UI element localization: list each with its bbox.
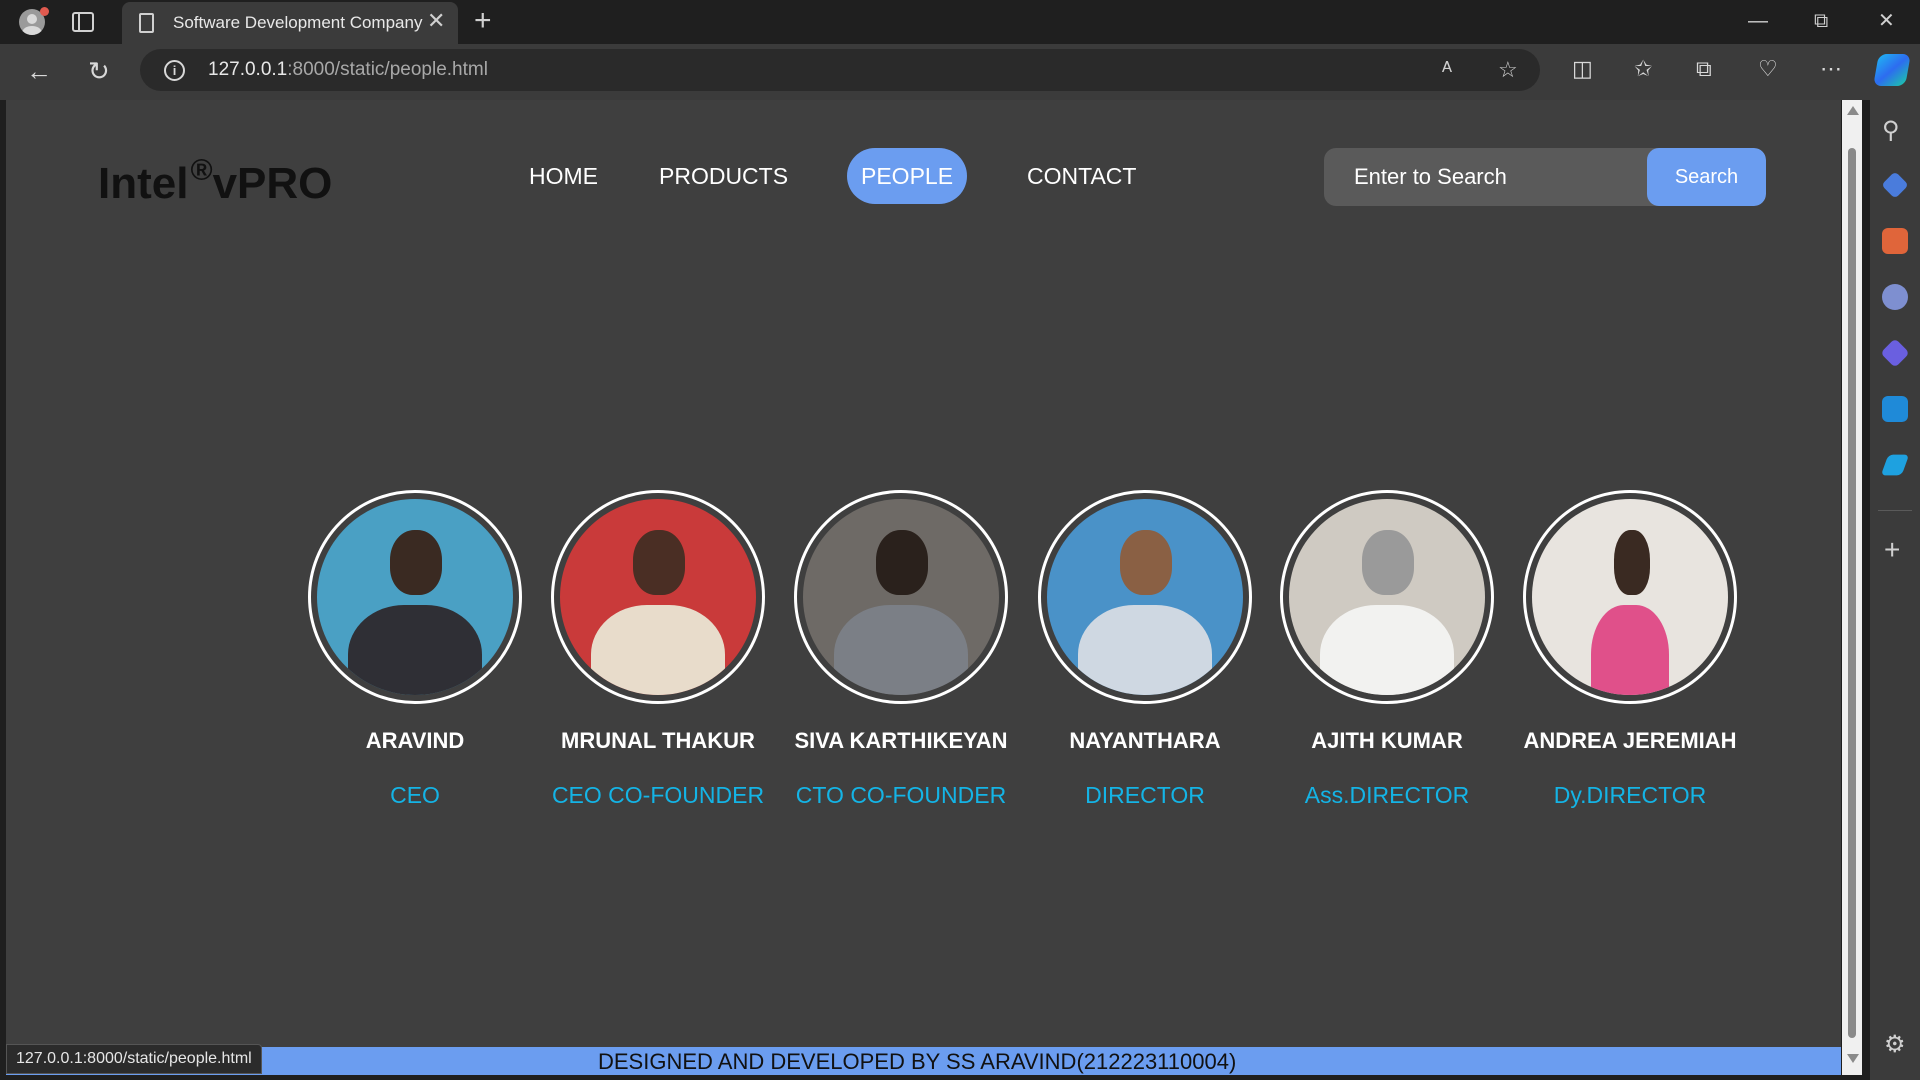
favorites-icon[interactable]: ✩ <box>1634 56 1652 82</box>
person-card: ARAVIND CEO <box>300 490 530 809</box>
sidebar-settings-icon[interactable]: ⚙ <box>1884 1030 1906 1059</box>
page-viewport: Intel®vPRO HOME PRODUCTS PEOPLE CONTACT … <box>6 100 1841 1075</box>
browser-tab[interactable]: Software Development Company ✕ <box>122 2 458 44</box>
browser-essentials-icon[interactable]: ♡ <box>1758 56 1778 82</box>
split-screen-icon[interactable]: ◫ <box>1572 56 1593 82</box>
address-bar[interactable]: i 127.0.0.1:8000/static/people.html ᴬ ☆ <box>140 49 1540 91</box>
search-input[interactable] <box>1324 148 1644 206</box>
logo-suffix: vPRO <box>212 159 333 208</box>
person-photo <box>551 490 765 704</box>
address-toolbar: ← ↻ i 127.0.0.1:8000/static/people.html … <box>0 44 1920 100</box>
person-photo <box>1280 490 1494 704</box>
tools-icon[interactable] <box>1882 228 1908 254</box>
outlook-icon[interactable] <box>1882 396 1908 422</box>
drop-send-icon[interactable] <box>1880 454 1910 476</box>
search-button[interactable]: Search <box>1647 148 1766 206</box>
nav-home[interactable]: HOME <box>529 148 598 204</box>
add-sidebar-app-icon[interactable]: + <box>1884 536 1900 564</box>
page-icon <box>139 13 154 33</box>
collections-icon[interactable]: ⧉ <box>1696 56 1712 82</box>
person-photo <box>794 490 1008 704</box>
person-photo <box>308 490 522 704</box>
close-tab-icon[interactable]: ✕ <box>427 10 445 32</box>
microsoft-365-icon[interactable] <box>1880 338 1910 368</box>
footer-credit: DESIGNED AND DEVELOPED BY SS ARAVIND(212… <box>598 1049 1237 1074</box>
link-status-bar: 127.0.0.1:8000/static/people.html <box>6 1044 262 1074</box>
person-photo <box>1038 490 1252 704</box>
page-scrollbar[interactable] <box>1842 100 1862 1075</box>
person-name: SIVA KARTHIKEYAN <box>794 728 1008 753</box>
person-role: CTO CO-FOUNDER <box>795 782 1007 808</box>
person-card: ANDREA JEREMIAH Dy.DIRECTOR <box>1515 490 1745 809</box>
nav-people[interactable]: PEOPLE <box>847 148 968 204</box>
person-name: MRUNAL THAKUR <box>561 728 755 753</box>
more-menu-icon[interactable]: ⋯ <box>1820 56 1842 82</box>
person-card: NAYANTHARA DIRECTOR <box>1030 490 1260 809</box>
logo-text: Intel <box>98 159 189 208</box>
person-role: Ass.DIRECTOR <box>1304 782 1470 808</box>
site-info-icon[interactable]: i <box>164 60 185 81</box>
person-name: ARAVIND <box>365 728 465 753</box>
minimize-icon[interactable]: — <box>1748 6 1768 36</box>
tab-actions-icon[interactable] <box>72 12 94 32</box>
games-icon[interactable] <box>1882 284 1908 310</box>
profile-avatar-icon[interactable] <box>14 7 49 37</box>
refresh-icon[interactable]: ↻ <box>88 56 110 86</box>
sidebar-divider <box>1878 510 1912 511</box>
person-name: ANDREA JEREMIAH <box>1523 728 1737 753</box>
new-tab-button[interactable]: + <box>474 6 492 36</box>
person-role: Dy.DIRECTOR <box>1553 782 1707 808</box>
url-text[interactable]: 127.0.0.1:8000/static/people.html <box>208 59 488 81</box>
tab-title: Software Development Company <box>173 13 423 32</box>
person-role: DIRECTOR <box>1085 782 1205 808</box>
person-name: AJITH KUMAR <box>1311 728 1463 753</box>
close-window-icon[interactable]: ✕ <box>1878 6 1895 36</box>
search-icon[interactable]: ⚲ <box>1882 116 1908 144</box>
shopping-tag-icon[interactable] <box>1881 171 1909 199</box>
logo-registered-mark: ® <box>190 154 213 187</box>
person-card: SIVA KARTHIKEYAN CTO CO-FOUNDER <box>786 490 1016 809</box>
url-host: 127.0.0.1 <box>208 59 288 80</box>
scroll-up-arrow-icon[interactable] <box>1847 106 1859 115</box>
read-aloud-icon[interactable]: ᴬ <box>1442 57 1452 83</box>
url-path: :8000/static/people.html <box>287 59 488 80</box>
nav-contact[interactable]: CONTACT <box>1027 148 1136 204</box>
site-footer: DESIGNED AND DEVELOPED BY SS ARAVIND(212… <box>6 1047 1841 1075</box>
tab-strip: Software Development Company ✕ + — ⧉ ✕ <box>0 0 1920 44</box>
person-role: CEO CO-FOUNDER <box>551 782 765 808</box>
person-photo <box>1523 490 1737 704</box>
favorite-star-icon[interactable]: ☆ <box>1498 57 1518 83</box>
person-card: AJITH KUMAR Ass.DIRECTOR <box>1272 490 1502 809</box>
search-form: Search <box>1324 148 1766 206</box>
person-card: MRUNAL THAKUR CEO CO-FOUNDER <box>543 490 773 809</box>
scroll-down-arrow-icon[interactable] <box>1847 1054 1859 1063</box>
back-arrow-icon[interactable]: ← <box>26 56 52 86</box>
site-logo[interactable]: Intel®vPRO <box>98 154 332 209</box>
person-name: NAYANTHARA <box>1069 728 1221 753</box>
edge-sidebar: ⚲ + ⚙ <box>1870 100 1920 1080</box>
restore-icon[interactable]: ⧉ <box>1814 6 1828 36</box>
copilot-icon[interactable] <box>1873 54 1911 86</box>
nav-products[interactable]: PRODUCTS <box>659 148 788 204</box>
person-role: CEO <box>390 782 440 808</box>
scroll-thumb[interactable] <box>1848 148 1856 1038</box>
